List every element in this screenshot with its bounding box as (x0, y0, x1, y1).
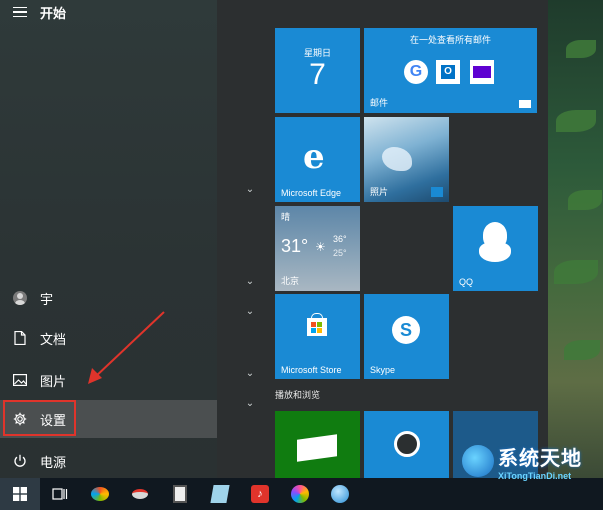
desktop-wallpaper (548, 0, 603, 478)
sun-icon: ☀ (315, 240, 326, 254)
mail-envelope-icon (519, 100, 531, 108)
weather-low: 25° (333, 248, 347, 258)
chevron-down-icon[interactable]: ⌄ (244, 368, 256, 379)
tile-label: Microsoft Edge (281, 188, 342, 198)
nav-item-label: 设置 (40, 412, 67, 428)
leaf-decoration (554, 260, 598, 284)
user-name: 宇 (40, 291, 54, 307)
leaf-decoration (556, 110, 596, 132)
notepad-app-icon[interactable] (200, 478, 240, 510)
groove-music-icon (394, 431, 420, 457)
tile-label: QQ (459, 277, 474, 287)
photo-icon (431, 187, 443, 197)
xbox-console-icon (297, 434, 337, 462)
document-icon (0, 331, 40, 345)
groove-tile[interactable] (364, 411, 449, 478)
store-tile[interactable]: Microsoft Store (275, 294, 360, 379)
tile-label: Microsoft Store (281, 365, 342, 375)
weather-temp: 31° (281, 236, 309, 256)
start-menu: 开始 宇 文档 图片 设置 电源 ⌄ ⌄ ⌄ ⌄ ⌄ 星期日 7 在一处查看所有… (0, 0, 548, 478)
chevron-down-icon[interactable]: ⌄ (244, 276, 256, 287)
network-app-icon[interactable] (120, 478, 160, 510)
picture-icon (0, 374, 40, 386)
chevron-down-icon[interactable]: ⌄ (244, 184, 256, 195)
leaf-decoration (564, 340, 600, 360)
weather-tile[interactable]: 晴 31° ☀ 36° 25° 北京 (275, 206, 360, 291)
chevron-down-icon[interactable]: ⌄ (244, 306, 256, 317)
start-header: 开始 (0, 0, 217, 24)
chevron-down-icon[interactable]: ⌄ (244, 398, 256, 409)
photos-tile[interactable]: 照片 (364, 117, 449, 202)
wave-image (382, 147, 412, 171)
leaf-decoration (568, 190, 602, 210)
outlook-icon: O (436, 60, 460, 84)
tile-label: 照片 (370, 187, 389, 197)
user-avatar-icon (13, 291, 27, 305)
windows-logo-icon (13, 487, 27, 501)
skype-tile[interactable]: S Skype (364, 294, 449, 379)
taskbar: ♪ (0, 478, 603, 510)
nav-item-settings[interactable]: 设置 (0, 400, 217, 438)
tile-label: 邮件 (370, 98, 389, 108)
watermark-url: XiTongTianDi.net (498, 470, 572, 481)
browser-app-icon[interactable] (320, 478, 360, 510)
mail-header: 在一处查看所有邮件 (409, 35, 491, 45)
gear-icon (0, 412, 40, 426)
google-icon: G (404, 60, 428, 84)
photo-viewer-icon[interactable] (280, 478, 320, 510)
mail-tile[interactable]: 在一处查看所有邮件 G O 邮件 (364, 28, 537, 113)
tile-label: Skype (370, 365, 396, 375)
task-view-icon[interactable] (40, 478, 80, 510)
xbox-tile[interactable] (275, 411, 360, 478)
start-left-pane: 开始 宇 文档 图片 设置 电源 (0, 0, 217, 478)
yahoo-mail-icon (470, 60, 494, 84)
tile-label: 北京 (281, 276, 300, 286)
qq-tile[interactable]: QQ (453, 206, 538, 291)
skype-icon: S (392, 316, 420, 344)
weather-condition: 晴 (281, 212, 291, 222)
weather-high: 36° (333, 234, 347, 244)
edge-tile[interactable]: e Microsoft Edge (275, 117, 360, 202)
nav-item-label: 图片 (40, 373, 67, 389)
calculator-icon[interactable] (160, 478, 200, 510)
hamburger-menu-icon[interactable] (0, 0, 40, 24)
watermark-globe-icon (462, 445, 494, 477)
store-bag-icon (307, 313, 327, 336)
paint-app-icon[interactable] (80, 478, 120, 510)
calendar-day: 7 (309, 58, 326, 91)
start-title: 开始 (40, 5, 67, 21)
watermark-logo: 系统天地 XiTongTianDi.net (462, 440, 603, 482)
qq-penguin-icon (479, 222, 511, 262)
annotation-arrow (88, 311, 165, 384)
power-icon (0, 454, 40, 468)
windows-start-button[interactable] (0, 478, 40, 510)
edge-icon: e (303, 137, 325, 177)
watermark-title: 系统天地 (498, 447, 582, 470)
nav-item-label: 文档 (40, 331, 67, 347)
group-title: 播放和浏览 (275, 390, 321, 400)
calendar-tile[interactable]: 星期日 7 (275, 28, 360, 113)
leaf-decoration (566, 40, 596, 58)
music-app-icon[interactable]: ♪ (240, 478, 280, 510)
nav-item-label: 电源 (40, 454, 67, 470)
nav-item-power[interactable]: 电源 (0, 442, 217, 480)
